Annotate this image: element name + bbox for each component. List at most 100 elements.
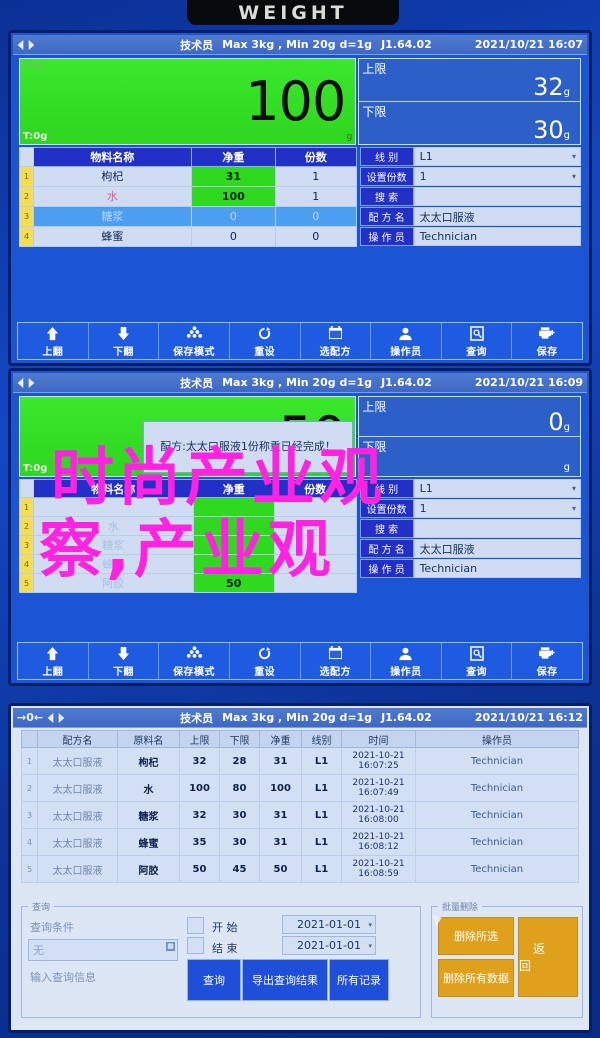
toolbar-button-select-recipe[interactable]: 选配方 bbox=[301, 323, 372, 359]
toolbar-button-page-down[interactable]: 下翻 bbox=[89, 323, 160, 359]
query-info-input[interactable]: 输入查询信息 bbox=[30, 969, 96, 985]
row-index: 1 bbox=[19, 497, 34, 517]
table-row[interactable]: 3 糖浆 bbox=[19, 535, 357, 555]
toolbar-button-page-down[interactable]: 下翻 bbox=[89, 643, 160, 679]
field-portion-count[interactable]: 设置份数 1 bbox=[359, 499, 581, 518]
material-area-1: 物料名称 净重 份数 1 枸杞 31 1 2 水 100 1 3 糖浆 0 0 … bbox=[13, 147, 587, 248]
field-operator[interactable]: 操 作 员 Technician bbox=[359, 227, 581, 246]
toolbar-button-select-recipe[interactable]: 选配方 bbox=[301, 643, 372, 679]
table-row[interactable]: 1 枸杞 31 1 bbox=[19, 165, 357, 187]
toolbar-button-page-up[interactable]: 上翻 bbox=[18, 643, 89, 679]
table-row[interactable]: 2 太太口服液 水 100 80 100 L1 2021-10-21 16:07:… bbox=[21, 774, 579, 802]
material-table-2[interactable]: 物料名称 净重 份数 1 2 水 1 3 糖浆 4 蜂蜜 5 阿胶 50 bbox=[19, 479, 357, 593]
weight-unit-1: g bbox=[346, 132, 353, 142]
field-line[interactable]: 线 别 L1 bbox=[359, 147, 581, 166]
search-input[interactable] bbox=[413, 187, 581, 206]
table-row[interactable]: 3 太太口服液 糖浆 32 30 31 L1 2021-10-21 16:08:0… bbox=[21, 801, 579, 829]
status-indicators-2 bbox=[17, 377, 137, 388]
query-condition-select[interactable]: 无 ▦ bbox=[28, 939, 178, 961]
toolbar-button-query[interactable]: 查询 bbox=[442, 643, 513, 679]
field-line-value[interactable]: L1 bbox=[413, 147, 581, 166]
field-search[interactable]: 搜 索 bbox=[359, 187, 581, 206]
toolbar-button-reset[interactable]: 重设 bbox=[230, 323, 301, 359]
end-date-checkbox[interactable] bbox=[187, 937, 204, 954]
delete-selected-button[interactable]: 删除所选 bbox=[438, 917, 514, 955]
toolbar-button-query[interactable]: 查询 bbox=[442, 323, 513, 359]
side-fields-1: 线 别 L1 设置份数 1 搜 索 配 方 名 太太口服液 操 作 员 bbox=[357, 147, 581, 247]
weighing-screen-panel-1: 技术员 Max 3kg , Min 20g d=1g J1.64.02 2021… bbox=[8, 30, 592, 366]
cell-recipe-name: 太太口服液 bbox=[37, 801, 118, 829]
toolbar-button-page-up[interactable]: 上翻 bbox=[18, 323, 89, 359]
table-row[interactable]: 4 蜂蜜 bbox=[19, 554, 357, 574]
export-results-button[interactable]: 导出查询结果 bbox=[242, 959, 328, 1001]
toolbar-button-operator[interactable]: 操作员 bbox=[371, 323, 442, 359]
records-table[interactable]: 配方名 原料名 上限 下限 净重 线别 时间 操作员 1 太太口服液 枸杞 32… bbox=[21, 730, 579, 883]
toolbar-label: 选配方 bbox=[319, 666, 352, 678]
table-row[interactable]: 4 太太口服液 蜂蜜 35 30 31 L1 2021-10-21 16:08:1… bbox=[21, 828, 579, 856]
field-line-value[interactable]: L1 bbox=[413, 479, 581, 498]
table-row[interactable]: 2 水 100 1 bbox=[19, 185, 357, 207]
records-index-header bbox=[21, 730, 38, 748]
lower-limit-2[interactable]: 下限 g bbox=[359, 436, 580, 476]
completion-dialog[interactable]: 配方:太太口服液1份称重已经完成！ bbox=[143, 421, 353, 473]
toolbar-label: 重设 bbox=[254, 666, 276, 678]
cell-recipe-name: 太太口服液 bbox=[37, 747, 118, 775]
upper-limit-value-1: 32 bbox=[533, 73, 564, 101]
upper-limit-1[interactable]: 上限 32g bbox=[359, 59, 580, 101]
search-input[interactable] bbox=[413, 519, 581, 538]
upper-limit-2[interactable]: 上限 0g bbox=[359, 397, 580, 436]
field-portion-count-value[interactable]: 1 bbox=[413, 167, 581, 186]
motion-icon bbox=[28, 39, 35, 50]
field-recipe-name[interactable]: 配 方 名 太太口服液 bbox=[359, 207, 581, 226]
back-button[interactable]: 返回 bbox=[518, 917, 578, 997]
dropdown-button-icon[interactable]: ▦ bbox=[166, 942, 175, 951]
table-row[interactable]: 2 水 1 bbox=[19, 516, 357, 536]
field-recipe-name-label: 配 方 名 bbox=[359, 207, 414, 226]
cell-operator: Technician bbox=[415, 828, 579, 856]
table-row[interactable]: 4 蜂蜜 0 0 bbox=[19, 225, 357, 248]
toolbar-label: 保存 bbox=[536, 346, 558, 358]
col-material-name-1: 物料名称 bbox=[33, 147, 192, 167]
start-date-picker[interactable]: 2021-01-01 bbox=[282, 915, 376, 934]
table-row[interactable]: 5 太太口服液 阿胶 50 45 50 L1 2021-10-21 16:08:5… bbox=[21, 855, 579, 883]
toolbar-button-reset[interactable]: 重设 bbox=[230, 643, 301, 679]
toolbar-button-operator[interactable]: 操作员 bbox=[371, 643, 442, 679]
query-button[interactable]: 查询 bbox=[187, 959, 241, 1001]
table-row[interactable]: 5 阿胶 50 bbox=[19, 573, 357, 593]
bottom-toolbar-1: 上翻 下翻 保存模式 重设 选配方 操作员 查询 保存 bbox=[17, 322, 583, 360]
table-row[interactable]: 1 太太口服液 枸杞 32 28 31 L1 2021-10-21 16:07:2… bbox=[21, 747, 579, 775]
stability-icon bbox=[17, 39, 24, 50]
gear-refresh-icon bbox=[257, 325, 272, 342]
field-search[interactable]: 搜 索 bbox=[359, 519, 581, 538]
col-net-weight-2: 净重 bbox=[192, 479, 276, 498]
cell-line: L1 bbox=[301, 801, 342, 829]
start-date-checkbox[interactable] bbox=[187, 917, 204, 934]
cell-material-name: 蜂蜜 bbox=[33, 225, 192, 248]
field-portion-count-value[interactable]: 1 bbox=[413, 499, 581, 518]
lower-limit-1[interactable]: 下限 30g bbox=[359, 101, 580, 144]
upper-limit-unit-1: g bbox=[563, 87, 570, 98]
toolbar-button-save[interactable]: 保存 bbox=[512, 323, 582, 359]
material-table-1[interactable]: 物料名称 净重 份数 1 枸杞 31 1 2 水 100 1 3 糖浆 0 0 … bbox=[19, 147, 357, 248]
cell-net-weight: 0 bbox=[190, 225, 276, 248]
table-row[interactable]: 1 bbox=[19, 497, 357, 517]
field-line[interactable]: 线 别 L1 bbox=[359, 479, 581, 498]
row-index: 3 bbox=[21, 801, 38, 829]
field-operator[interactable]: 操 作 员 Technician bbox=[359, 559, 581, 578]
toolbar-button-save-mode[interactable]: 保存模式 bbox=[159, 323, 230, 359]
table-row[interactable]: 3 糖浆 0 0 bbox=[19, 205, 357, 227]
cell-lower-limit: 30 bbox=[219, 801, 260, 829]
end-date-picker[interactable]: 2021-01-01 bbox=[282, 936, 376, 955]
all-records-button[interactable]: 所有记录 bbox=[329, 959, 389, 1001]
delete-all-button[interactable]: 删除所有数据 bbox=[438, 959, 514, 997]
field-recipe-name[interactable]: 配 方 名 太太口服液 bbox=[359, 539, 581, 558]
field-portion-count[interactable]: 设置份数 1 bbox=[359, 167, 581, 186]
row-index: 1 bbox=[21, 747, 38, 775]
toolbar-button-save-mode[interactable]: 保存模式 bbox=[159, 643, 230, 679]
toolbar-button-save[interactable]: 保存 bbox=[512, 643, 582, 679]
cell-net-weight: 31 bbox=[190, 165, 276, 187]
toolbar-label: 选配方 bbox=[319, 346, 352, 358]
records-table-wrap: 配方名 原料名 上限 下限 净重 线别 时间 操作员 1 太太口服液 枸杞 32… bbox=[13, 728, 587, 883]
cell-lower-limit: 45 bbox=[219, 855, 260, 883]
field-line-label: 线 别 bbox=[359, 479, 414, 498]
